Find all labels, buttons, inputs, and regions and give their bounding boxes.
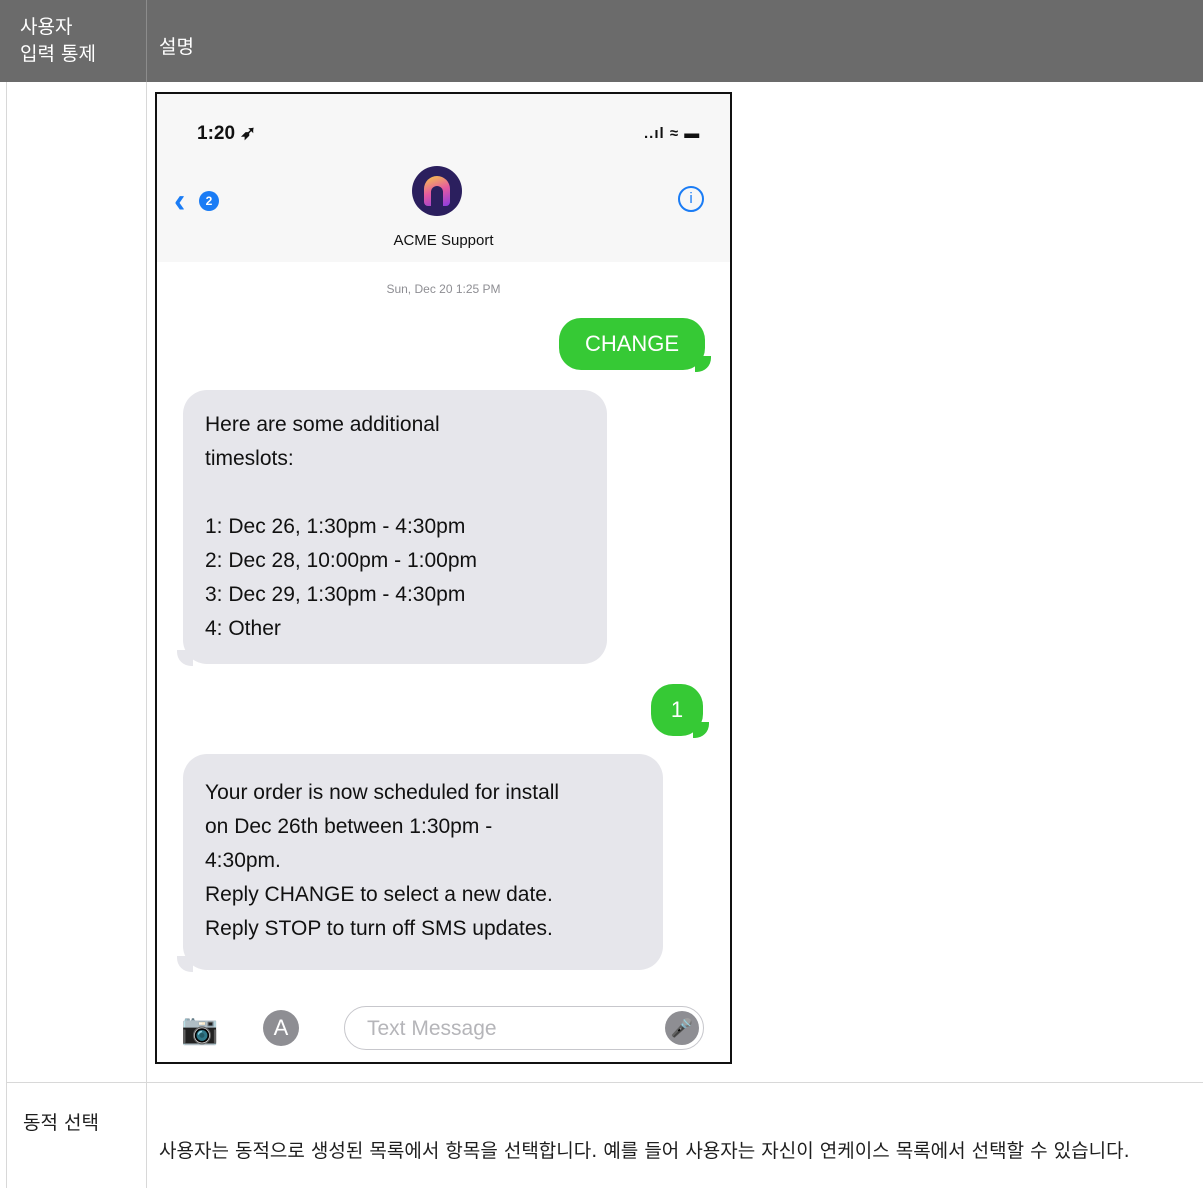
header-col1-line2: 입력 통제 xyxy=(20,43,96,65)
header-cell-description: 설명 xyxy=(159,36,194,58)
input-placeholder: Text Message xyxy=(367,1017,497,1040)
bubble-tail xyxy=(693,722,709,738)
row-label-dynamic-selection: 동적 선택 xyxy=(23,1112,99,1134)
bubble-tail xyxy=(695,356,711,372)
header-col1-line1: 사용자 xyxy=(20,16,73,38)
contact-avatar[interactable] xyxy=(412,166,462,216)
table-row-divider xyxy=(6,1082,1203,1083)
camera-icon[interactable]: 📷 xyxy=(181,1012,218,1047)
phone-screenshot: 1:20 ➶ ..ıl ≈ ▬ ‹ 2 ACME Support i Sun, … xyxy=(155,92,732,1064)
info-icon[interactable]: i xyxy=(678,186,704,212)
contact-name[interactable]: ACME Support xyxy=(157,232,730,249)
app-store-icon[interactable]: A xyxy=(263,1010,299,1046)
back-count-badge[interactable]: 2 xyxy=(199,191,219,211)
bubble-tail xyxy=(177,650,193,666)
table-column-divider xyxy=(146,82,147,1188)
status-time: 1:20 ➶ xyxy=(197,123,257,144)
row-description: 사용자는 동적으로 생성된 목록에서 항목을 선택합니다. 예를 들어 사용자는… xyxy=(159,1140,1130,1162)
table-border-left xyxy=(6,82,7,1188)
message-text: Here are some additional timeslots: 1: D… xyxy=(205,413,477,640)
back-chevron-icon[interactable]: ‹ xyxy=(174,184,185,218)
content-table: 사용자 입력 통제 설명 1:20 ➶ ..ıl ≈ ▬ ‹ 2 ACME Su… xyxy=(0,0,1203,1188)
conversation-timestamp: Sun, Dec 20 1:25 PM xyxy=(386,282,501,296)
outgoing-bubble: 1 xyxy=(651,684,709,738)
message-text: Your order is now scheduled for install … xyxy=(205,781,560,940)
signal-wifi-battery-icon: ..ıl ≈ ▬ xyxy=(644,125,701,142)
header-cell-input-control: 사용자 입력 통제 xyxy=(6,0,147,82)
bubble-tail xyxy=(177,956,193,972)
incoming-bubble: Here are some additional timeslots: 1: D… xyxy=(177,390,607,666)
message-text: 1 xyxy=(670,697,684,722)
acme-logo-cutout xyxy=(431,186,443,206)
message-text: CHANGE xyxy=(584,331,680,356)
incoming-bubble: Your order is now scheduled for install … xyxy=(177,754,663,972)
table-header-row: 사용자 입력 통제 설명 xyxy=(0,0,1203,82)
outgoing-bubble: CHANGE xyxy=(559,318,711,372)
microphone-icon[interactable]: 🎤 xyxy=(665,1011,699,1045)
text-message-input[interactable]: Text Message 🎤 xyxy=(344,1006,704,1050)
